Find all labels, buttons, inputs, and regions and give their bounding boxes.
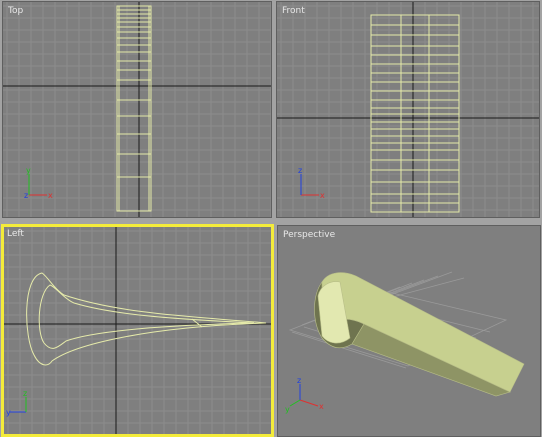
viewport-left[interactable]: y z Left <box>1 224 274 437</box>
axis-y-line <box>289 399 301 407</box>
axis-tripod: x z <box>298 166 325 200</box>
axis-x-line <box>299 399 319 407</box>
viewport-front[interactable]: x z Front <box>276 1 540 218</box>
object-shaded[interactable] <box>314 272 525 397</box>
axis-x-label: x <box>320 191 325 200</box>
object-wireframe[interactable] <box>370 14 460 213</box>
viewport-label-front[interactable]: Front <box>282 6 305 16</box>
axis-y-label: y <box>26 166 31 175</box>
viewport-front-canvas[interactable]: x z <box>277 2 540 218</box>
viewport-top[interactable]: x y z Top <box>2 1 272 218</box>
axis-z-label: z <box>23 389 27 398</box>
viewport-label-left[interactable]: Left <box>7 229 24 239</box>
axis-tripod: x z y <box>285 376 324 414</box>
grid <box>4 227 271 434</box>
grid <box>277 2 539 217</box>
axis-x-label: x <box>48 191 53 200</box>
viewport-perspective-canvas[interactable]: x z y <box>278 226 541 437</box>
axis-z-label: z <box>297 376 301 385</box>
viewport-area: x y z Top x z Front y z Left x z y Persp… <box>0 0 542 437</box>
axis-tripod: x y z <box>24 166 53 200</box>
viewport-label-top[interactable]: Top <box>8 6 23 16</box>
viewport-label-perspective[interactable]: Perspective <box>283 230 335 240</box>
viewport-perspective[interactable]: x z y Perspective <box>277 225 541 437</box>
axis-y-label: y <box>285 405 290 414</box>
axis-x-label: x <box>319 402 324 411</box>
axis-tripod: y z <box>6 389 27 417</box>
viewport-left-canvas[interactable]: y z <box>4 227 271 434</box>
object-wireframe[interactable] <box>116 5 152 212</box>
axis-z-label: z <box>24 191 28 200</box>
viewport-top-canvas[interactable]: x y z <box>3 2 272 218</box>
grid <box>3 2 271 217</box>
axis-y-label: y <box>6 408 11 417</box>
axis-z-label: z <box>298 166 302 175</box>
